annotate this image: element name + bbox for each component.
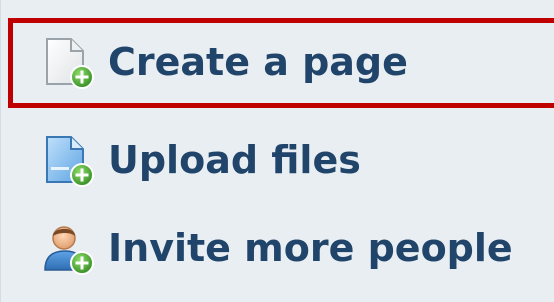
actions-panel: Create a page Upload files Invite more p… bbox=[0, 0, 554, 302]
new-page-plus-icon bbox=[41, 36, 95, 90]
invite-people-menu-item[interactable]: Invite more people bbox=[8, 204, 554, 294]
invite-person-plus-icon bbox=[41, 222, 95, 276]
upload-files-label: Upload files bbox=[108, 138, 361, 183]
invite-people-label: Invite more people bbox=[108, 226, 513, 271]
upload-file-plus-icon bbox=[41, 134, 95, 188]
create-page-menu-item[interactable]: Create a page bbox=[8, 18, 554, 108]
upload-files-menu-item[interactable]: Upload files bbox=[8, 116, 554, 206]
create-page-label: Create a page bbox=[108, 40, 408, 85]
